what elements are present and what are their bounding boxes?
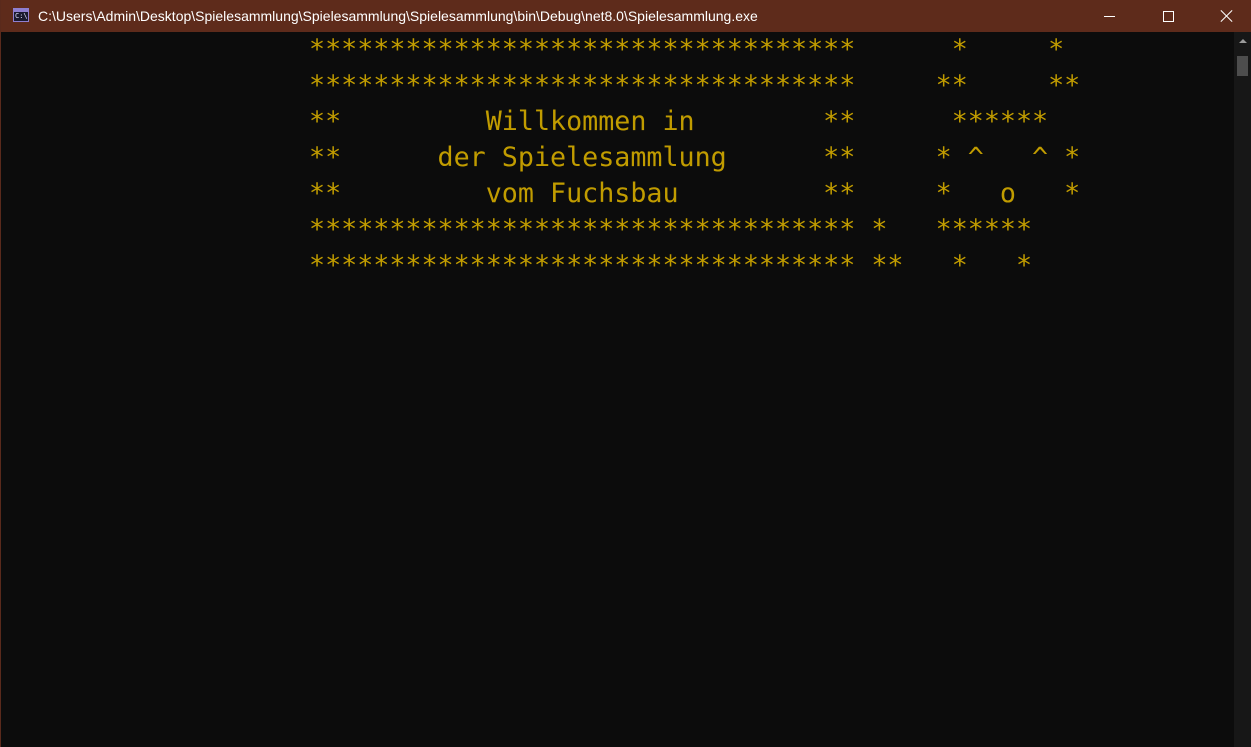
maximize-icon — [1162, 10, 1174, 22]
console-app-icon[interactable]: C:\ — [13, 8, 29, 22]
maximize-button[interactable] — [1138, 0, 1198, 32]
minimize-button[interactable] — [1079, 0, 1139, 32]
console-line-6: ********************************** * ***… — [309, 214, 1033, 245]
console-line-3: ** Willkommen in ** ****** — [309, 106, 1049, 137]
console-window: C:\ C:\Users\Admin\Desktop\Spielesammlun… — [0, 0, 1251, 747]
console-line-7: ********************************** ** * … — [309, 250, 1033, 281]
chevron-up-icon — [1238, 38, 1247, 43]
scroll-thumb[interactable] — [1237, 56, 1248, 76]
vertical-scrollbar[interactable] — [1234, 32, 1251, 747]
console-line-4: ** der Spielesammlung ** * ^ ^ * — [309, 142, 1081, 173]
close-button[interactable] — [1197, 0, 1251, 32]
console-line-5: ** vom Fuchsbau ** * o * — [309, 178, 1081, 209]
minimize-icon — [1103, 15, 1115, 17]
console-output[interactable]: ********************************** * * *… — [1, 32, 1234, 747]
console-line-1: ********************************** * * — [309, 34, 1065, 65]
title-bar[interactable]: C:\ C:\Users\Admin\Desktop\Spielesammlun… — [1, 0, 1251, 32]
app-icon-label: C:\ — [15, 12, 28, 20]
close-icon — [1221, 10, 1233, 22]
console-line-2: ********************************** ** ** — [309, 70, 1081, 101]
scroll-up-button[interactable] — [1234, 32, 1251, 49]
window-title: C:\Users\Admin\Desktop\Spielesammlung\Sp… — [38, 8, 758, 24]
